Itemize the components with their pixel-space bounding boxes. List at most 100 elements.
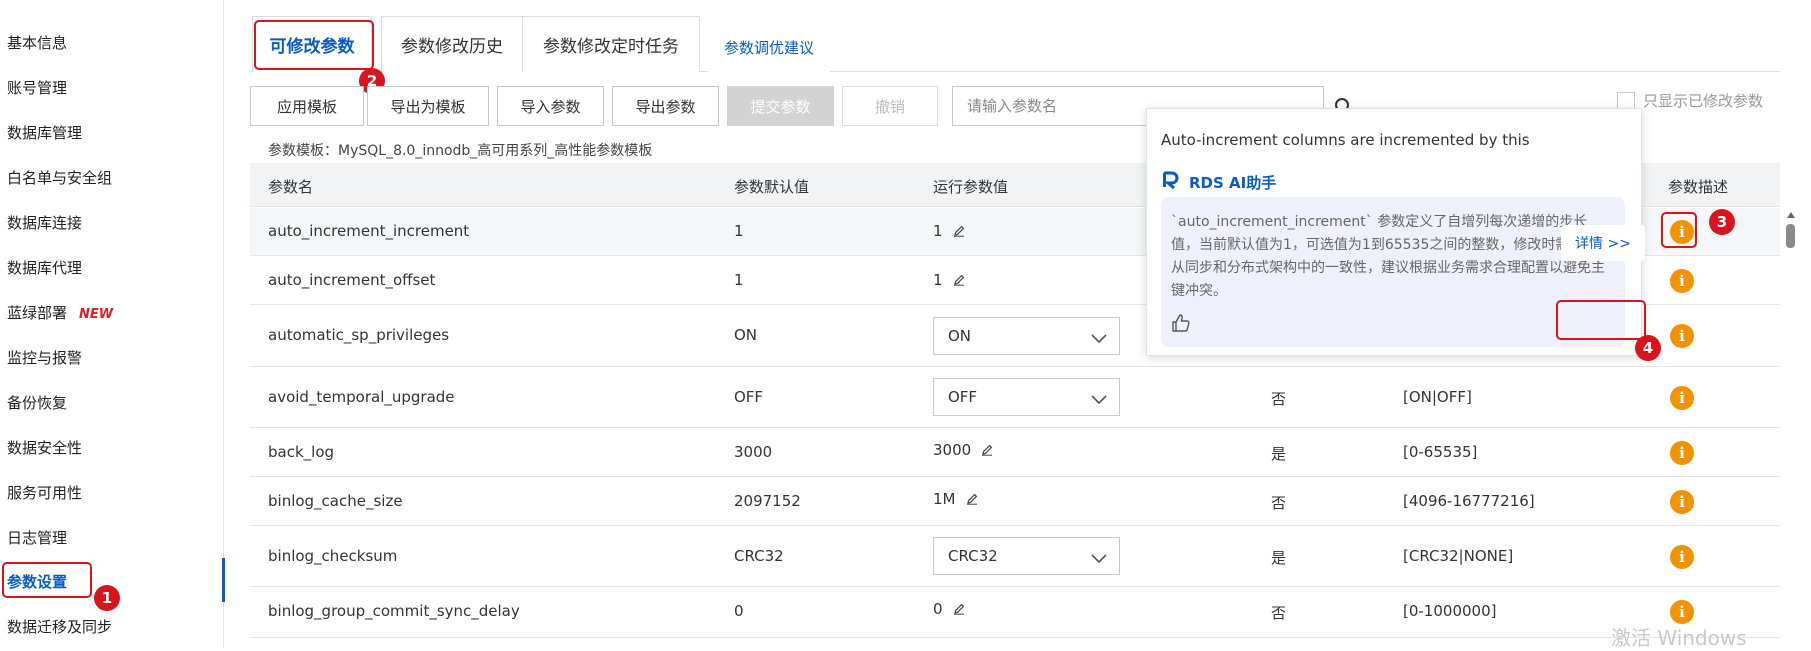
param-default: 0 <box>734 602 744 620</box>
value-range: [CRC32|NONE] <box>1403 547 1514 565</box>
restart-required: 是 <box>1271 445 1287 463</box>
submit-params-button[interactable]: 提交参数 <box>727 86 834 126</box>
sidebar-item-label: 数据安全性 <box>7 439 83 457</box>
vertical-scrollbar[interactable] <box>1786 224 1795 248</box>
export-params-button[interactable]: 导出参数 <box>612 86 719 126</box>
value-range: [4096-16777216] <box>1403 492 1535 510</box>
value-range: [0-65535] <box>1403 443 1478 461</box>
undo-button[interactable]: 撤销 <box>842 86 938 126</box>
sidebar-item-whitelist[interactable]: 白名单与安全组 <box>7 167 112 188</box>
sidebar-item-logs[interactable]: 日志管理 <box>7 527 67 548</box>
sidebar-item-accounts[interactable]: 账号管理 <box>7 77 67 98</box>
running-value-select[interactable]: CRC32 <box>933 537 1120 575</box>
tab-param-history[interactable]: 参数修改历史 <box>381 16 523 72</box>
sidebar-item-migration[interactable]: 数据迁移及同步 <box>7 616 112 637</box>
header-description: 参数描述 <box>1668 178 1729 196</box>
button-label: 导出参数 <box>635 97 696 116</box>
popover-title: Auto-increment columns are incremented b… <box>1161 131 1530 149</box>
param-template-info: 参数模板：MySQL_8.0_innodb_高可用系列_高性能参数模板 <box>268 143 653 159</box>
tab-bar: 可修改参数 参数修改历史 参数修改定时任务 参数调优建议 <box>250 16 1780 72</box>
sidebar-item-monitoring[interactable]: 监控与报警 <box>7 347 82 368</box>
sidebar: 基本信息 账号管理 数据库管理 白名单与安全组 数据库连接 数据库代理 蓝绿部署… <box>0 0 224 648</box>
chevron-down-icon <box>1091 550 1107 568</box>
table-row[interactable]: avoid_temporal_upgrade OFF OFF 否 [ON|OFF… <box>250 368 1780 428</box>
info-icon[interactable]: i <box>1670 269 1694 293</box>
restart-required: 否 <box>1271 390 1287 408</box>
table-row[interactable]: binlog_cache_size 2097152 1M 否 [4096-167… <box>250 478 1780 526</box>
windows-activation-watermark: 激活 Windows <box>1611 626 1747 650</box>
select-value: CRC32 <box>948 547 998 565</box>
info-icon[interactable]: i <box>1670 324 1694 348</box>
sidebar-item-backup[interactable]: 备份恢复 <box>7 392 67 413</box>
sidebar-item-label: 基本信息 <box>7 34 68 52</box>
table-row[interactable]: back_log 3000 3000 是 [0-65535] i <box>250 429 1780 477</box>
param-name: binlog_group_commit_sync_delay <box>268 602 520 620</box>
pencil-icon[interactable] <box>981 442 993 460</box>
info-icon[interactable]: i <box>1670 545 1694 569</box>
info-icon[interactable]: i <box>1670 386 1694 410</box>
pencil-icon[interactable] <box>953 223 965 241</box>
param-name: binlog_cache_size <box>268 492 403 510</box>
sidebar-item-proxy[interactable]: 数据库代理 <box>7 257 82 278</box>
param-name: auto_increment_offset <box>268 271 436 289</box>
annotation-marker-1: 1 <box>94 585 120 611</box>
restart-required: 否 <box>1271 604 1287 622</box>
param-running: 1M <box>933 490 978 509</box>
param-default: ON <box>734 326 758 344</box>
restart-required: 是 <box>1271 549 1287 567</box>
sidebar-item-databases[interactable]: 数据库管理 <box>7 122 82 143</box>
scroll-up-arrow-icon[interactable] <box>1787 212 1795 218</box>
sidebar-item-availability[interactable]: 服务可用性 <box>7 482 82 503</box>
running-value: 1M <box>933 490 956 508</box>
param-default: CRC32 <box>734 547 784 565</box>
import-params-button[interactable]: 导入参数 <box>497 86 604 126</box>
pencil-icon[interactable] <box>966 491 978 509</box>
param-name: back_log <box>268 443 335 461</box>
running-value-select[interactable]: OFF <box>933 378 1120 416</box>
ai-assistant-name: RDS AI助手 <box>1189 173 1277 192</box>
sidebar-item-data-security[interactable]: 数据安全性 <box>7 437 82 458</box>
param-running: 3000 <box>933 441 993 460</box>
restart-required: 否 <box>1271 494 1287 512</box>
annotation-marker-4: 4 <box>1635 335 1661 361</box>
chevron-down-icon <box>1091 391 1107 409</box>
param-running: 1 <box>933 222 965 241</box>
running-value: 1 <box>933 271 943 289</box>
running-value: 0 <box>933 600 943 618</box>
header-running-value: 运行参数值 <box>933 178 1009 196</box>
param-name: avoid_temporal_upgrade <box>268 388 455 406</box>
thumbs-up-icon[interactable] <box>1171 313 1191 337</box>
only-changed-label: 只显示已修改参数 <box>1643 92 1764 110</box>
tab-tuning-suggestions[interactable]: 参数调优建议 <box>708 22 830 72</box>
annotation-marker-3: 3 <box>1709 209 1735 235</box>
param-default: 1 <box>734 271 744 289</box>
info-icon[interactable]: i <box>1670 490 1694 514</box>
export-as-template-button[interactable]: 导出为模板 <box>367 86 489 126</box>
highlight-box-sidebar <box>2 562 92 598</box>
param-running: 0 <box>933 600 965 619</box>
sidebar-active-indicator <box>222 558 225 602</box>
pencil-icon[interactable] <box>953 272 965 290</box>
running-value-select[interactable]: ON <box>933 317 1120 355</box>
highlight-box-tab <box>254 20 374 70</box>
sidebar-item-connections[interactable]: 数据库连接 <box>7 212 82 233</box>
details-link[interactable]: 详情 >> <box>1561 225 1645 261</box>
param-name: auto_increment_increment <box>268 222 470 240</box>
param-default: 1 <box>734 222 744 240</box>
sidebar-item-label: 数据库管理 <box>7 124 83 142</box>
table-row[interactable]: binlog_group_commit_sync_delay 0 0 否 [0-… <box>250 588 1780 638</box>
sidebar-item-basic-info[interactable]: 基本信息 <box>7 32 67 53</box>
table-row[interactable]: binlog_checksum CRC32 CRC32 是 [CRC32|NON… <box>250 527 1780 587</box>
pencil-icon[interactable] <box>953 601 965 619</box>
info-icon[interactable]: i <box>1670 441 1694 465</box>
only-changed-checkbox[interactable] <box>1617 91 1635 110</box>
apply-template-button[interactable]: 应用模板 <box>250 86 364 126</box>
info-icon[interactable]: i <box>1670 600 1694 624</box>
button-label: 提交参数 <box>750 97 811 116</box>
param-name: binlog_checksum <box>268 547 398 565</box>
sidebar-item-label: 备份恢复 <box>7 394 68 412</box>
tab-scheduled-tasks[interactable]: 参数修改定时任务 <box>522 16 700 72</box>
param-default: 2097152 <box>734 492 801 510</box>
chevron-down-icon <box>1091 330 1107 348</box>
sidebar-item-blue-green[interactable]: 蓝绿部署 NEW <box>7 302 113 323</box>
